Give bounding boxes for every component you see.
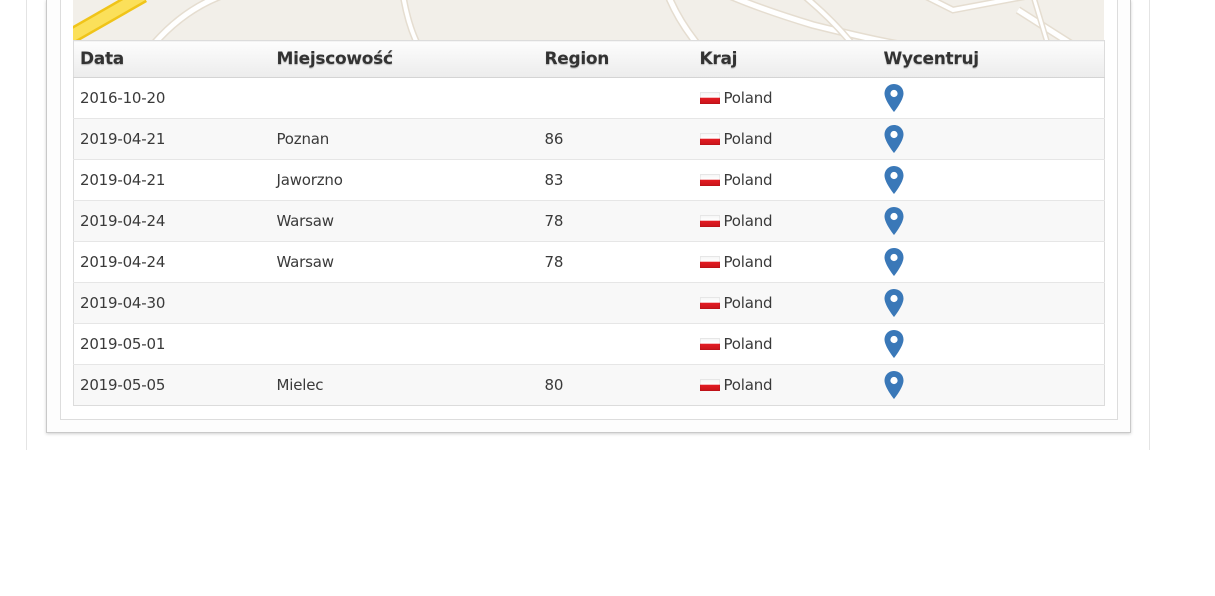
poland-flag-icon — [699, 215, 720, 227]
poland-flag-icon — [699, 92, 720, 104]
cell-center — [877, 323, 1105, 365]
map-view[interactable] — [73, 0, 1104, 40]
cell-center — [877, 282, 1105, 324]
cell-country: Poland — [693, 77, 878, 119]
header-country[interactable]: Kraj — [693, 40, 878, 78]
cell-date: 2019-04-21 — [73, 118, 271, 160]
cell-center — [877, 77, 1105, 119]
header-center[interactable]: Wycentruj — [877, 40, 1105, 78]
table-row: 2019-04-21 Jaworzno 83 Poland — [73, 159, 1105, 201]
cell-city: Poznan — [270, 118, 539, 160]
cell-region — [538, 323, 694, 365]
cell-center — [877, 364, 1105, 406]
cell-country: Poland — [693, 241, 878, 283]
country-name: Poland — [723, 294, 773, 312]
cell-region: 83 — [538, 159, 694, 201]
map-pin-icon[interactable] — [884, 330, 904, 358]
poland-flag-icon — [699, 256, 720, 268]
table-row: 2019-04-24 Warsaw 78 Poland — [73, 241, 1105, 283]
table-row: 2019-05-05 Mielec 80 Poland — [73, 364, 1105, 406]
cell-center — [877, 200, 1105, 242]
poland-flag-icon — [699, 174, 720, 186]
poland-flag-icon — [699, 338, 720, 350]
country-name: Poland — [723, 130, 773, 148]
country-name: Poland — [723, 89, 773, 107]
cell-date: 2019-04-24 — [73, 241, 271, 283]
map-pin-icon[interactable] — [884, 289, 904, 317]
country-name: Poland — [723, 335, 773, 353]
map-tiles — [73, 0, 1104, 40]
table-row: 2019-04-24 Warsaw 78 Poland — [73, 200, 1105, 242]
cell-region: 78 — [538, 241, 694, 283]
header-date[interactable]: Data — [73, 40, 271, 78]
cell-date: 2019-04-30 — [73, 282, 271, 324]
cell-country: Poland — [693, 118, 878, 160]
country-name: Poland — [723, 376, 773, 394]
cell-region — [538, 282, 694, 324]
table-row: 2019-04-21 Poznan 86 Poland — [73, 118, 1105, 160]
cell-region: 80 — [538, 364, 694, 406]
cell-city — [270, 77, 539, 119]
table-header: Data Miejscowość Region Kraj Wycentruj — [73, 40, 1105, 78]
cell-city: Warsaw — [270, 200, 539, 242]
header-region[interactable]: Region — [538, 40, 694, 78]
table-row: 2016-10-20 Poland — [73, 77, 1105, 119]
table-row: 2019-05-01 Poland — [73, 323, 1105, 365]
table-body: 2016-10-20 Poland 2019-04-21 Poznan 86 P… — [73, 77, 1105, 406]
cell-center — [877, 159, 1105, 201]
country-name: Poland — [723, 171, 773, 189]
map-pin-icon[interactable] — [884, 125, 904, 153]
table-row: 2019-04-30 Poland — [73, 282, 1105, 324]
poland-flag-icon — [699, 379, 720, 391]
header-city[interactable]: Miejscowość — [270, 40, 539, 78]
cell-date: 2019-04-24 — [73, 200, 271, 242]
map-pin-icon[interactable] — [884, 207, 904, 235]
cell-date: 2019-05-01 — [73, 323, 271, 365]
cell-region — [538, 77, 694, 119]
cell-country: Poland — [693, 159, 878, 201]
poland-flag-icon — [699, 133, 720, 145]
cell-country: Poland — [693, 200, 878, 242]
cell-city: Warsaw — [270, 241, 539, 283]
cell-city — [270, 282, 539, 324]
location-history-table: Data Miejscowość Region Kraj Wycentruj 2… — [73, 40, 1105, 406]
cell-city: Mielec — [270, 364, 539, 406]
cell-city: Jaworzno — [270, 159, 539, 201]
poland-flag-icon — [699, 297, 720, 309]
map-pin-icon[interactable] — [884, 166, 904, 194]
map-pin-icon[interactable] — [884, 248, 904, 276]
cell-date: 2019-04-21 — [73, 159, 271, 201]
cell-country: Poland — [693, 282, 878, 324]
cell-city — [270, 323, 539, 365]
country-name: Poland — [723, 212, 773, 230]
cell-country: Poland — [693, 323, 878, 365]
country-name: Poland — [723, 253, 773, 271]
map-pin-icon[interactable] — [884, 84, 904, 112]
cell-date: 2019-05-05 — [73, 364, 271, 406]
map-pin-icon[interactable] — [884, 371, 904, 399]
cell-center — [877, 118, 1105, 160]
table-header-row: Data Miejscowość Region Kraj Wycentruj — [73, 40, 1105, 78]
cell-region: 86 — [538, 118, 694, 160]
cell-country: Poland — [693, 364, 878, 406]
cell-region: 78 — [538, 200, 694, 242]
cell-date: 2016-10-20 — [73, 77, 271, 119]
cell-center — [877, 241, 1105, 283]
